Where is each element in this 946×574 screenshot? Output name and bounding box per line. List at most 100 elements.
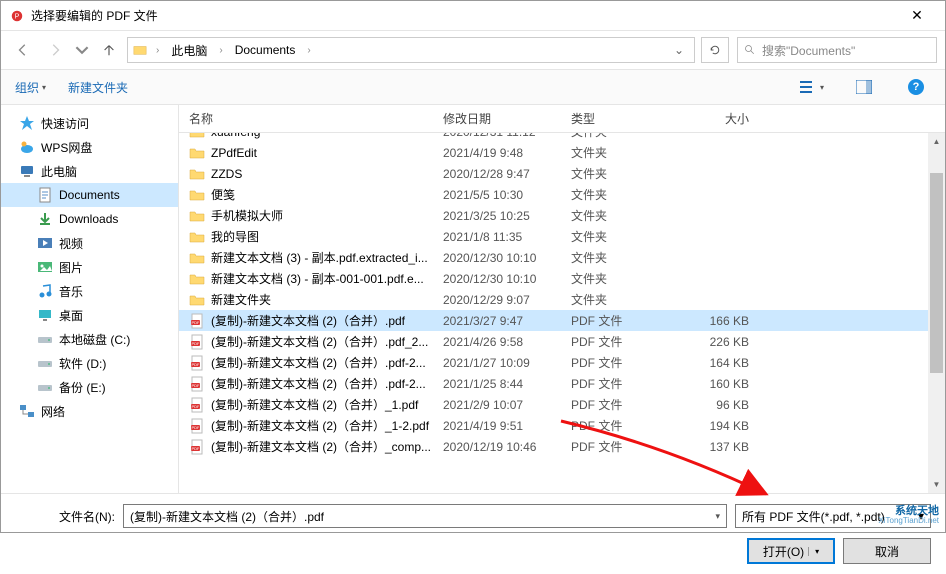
- scrollbar[interactable]: ▲ ▼: [928, 133, 945, 493]
- sidebar: 快速访问 WPS网盘此电脑Documents Downloads 视频图片音乐桌面本地…: [1, 105, 179, 493]
- col-size[interactable]: 大小: [679, 110, 769, 127]
- sidebar-item-label: 音乐: [59, 283, 83, 300]
- body: 快速访问 WPS网盘此电脑Documents Downloads 视频图片音乐桌面本地…: [1, 105, 945, 493]
- col-type[interactable]: 类型: [571, 110, 679, 127]
- col-name[interactable]: 名称: [189, 110, 443, 127]
- search-input[interactable]: 搜索"Documents": [737, 37, 937, 63]
- file-date: 2021/1/27 10:09: [443, 356, 571, 370]
- sidebar-item[interactable]: 网络: [1, 399, 178, 423]
- folder-icon: [189, 145, 205, 161]
- cancel-button[interactable]: 取消: [843, 538, 931, 564]
- scroll-thumb[interactable]: [930, 173, 943, 373]
- file-row[interactable]: ZPdfEdit2021/4/19 9:48文件夹: [179, 142, 945, 163]
- file-type: 文件夹: [571, 291, 679, 308]
- file-name: (复制)-新建文本文档 (2)（合并）.pdf: [211, 312, 443, 329]
- file-row[interactable]: PDF(复制)-新建文本文档 (2)（合并）.pdf-2...2021/1/25…: [179, 373, 945, 394]
- file-date: 2021/1/8 11:35: [443, 230, 571, 244]
- file-row[interactable]: 便笺2021/5/5 10:30文件夹: [179, 184, 945, 205]
- pdf-icon: PDF: [189, 313, 205, 329]
- breadcrumb-pc[interactable]: 此电脑: [167, 40, 211, 61]
- filename-input[interactable]: (复制)-新建文本文档 (2)（合并）.pdf ▾: [123, 504, 727, 528]
- file-type: 文件夹: [571, 186, 679, 203]
- col-date[interactable]: 修改日期: [443, 110, 571, 127]
- app-icon: P: [9, 8, 25, 24]
- drive-icon: [37, 355, 53, 371]
- chevron-down-icon[interactable]: ▾: [715, 511, 720, 522]
- sidebar-item[interactable]: 图片: [1, 255, 178, 279]
- folder-icon: [189, 271, 205, 287]
- svg-text:PDF: PDF: [192, 320, 201, 325]
- chevron-down-icon[interactable]: ▾: [918, 509, 924, 523]
- scroll-down-icon[interactable]: ▼: [928, 476, 945, 493]
- file-type: 文件夹: [571, 165, 679, 182]
- breadcrumb[interactable]: › 此电脑 › Documents › ⌄: [127, 37, 695, 63]
- back-button[interactable]: [9, 36, 37, 64]
- file-date: 2020/12/31 11:12: [443, 133, 571, 139]
- file-type: 文件夹: [571, 144, 679, 161]
- sidebar-item[interactable]: 此电脑: [1, 159, 178, 183]
- chevron-right-icon[interactable]: ›: [152, 45, 163, 56]
- file-row[interactable]: PDF(复制)-新建文本文档 (2)（合并）_comp...2020/12/19…: [179, 436, 945, 457]
- close-button[interactable]: ✕: [897, 1, 937, 31]
- organize-menu[interactable]: 组织▾: [15, 79, 46, 96]
- file-date: 2021/4/19 9:51: [443, 419, 571, 433]
- file-row[interactable]: 新建文本文档 (3) - 副本.pdf.extracted_i...2020/1…: [179, 247, 945, 268]
- pc-icon: [19, 163, 35, 179]
- file-row[interactable]: PDF(复制)-新建文本文档 (2)（合并）.pdf_2...2021/4/26…: [179, 331, 945, 352]
- sidebar-item[interactable]: Downloads: [1, 207, 178, 231]
- file-row[interactable]: PDF(复制)-新建文本文档 (2)（合并）_1.pdf2021/2/9 10:…: [179, 394, 945, 415]
- sidebar-item[interactable]: 快速访问: [1, 111, 178, 135]
- file-size: 164 KB: [679, 356, 769, 370]
- search-placeholder: 搜索"Documents": [762, 42, 855, 59]
- sidebar-item[interactable]: 软件 (D:): [1, 351, 178, 375]
- file-date: 2021/3/25 10:25: [443, 209, 571, 223]
- filetype-filter[interactable]: 所有 PDF 文件(*.pdf, *.pdt) ▾: [735, 504, 931, 528]
- sidebar-item-label: 本地磁盘 (C:): [59, 331, 130, 348]
- address-dropdown[interactable]: ⌄: [668, 43, 690, 57]
- file-row[interactable]: PDF(复制)-新建文本文档 (2)（合并）_1-2.pdf2021/4/19 …: [179, 415, 945, 436]
- sidebar-item[interactable]: WPS网盘: [1, 135, 178, 159]
- open-button[interactable]: 打开(O)▾: [747, 538, 835, 564]
- star-icon: [19, 115, 35, 131]
- file-name: (复制)-新建文本文档 (2)（合并）.pdf_2...: [211, 333, 443, 350]
- sidebar-item-label: 视频: [59, 235, 83, 252]
- pdf-icon: PDF: [189, 355, 205, 371]
- sidebar-item[interactable]: 桌面: [1, 303, 178, 327]
- breadcrumb-documents[interactable]: Documents: [231, 41, 300, 59]
- file-row[interactable]: 手机模拟大师2021/3/25 10:25文件夹: [179, 205, 945, 226]
- file-row[interactable]: ZZDS2020/12/28 9:47文件夹: [179, 163, 945, 184]
- view-menu[interactable]: ▾: [797, 75, 827, 99]
- recent-dropdown[interactable]: [73, 36, 91, 64]
- file-row[interactable]: xuanfeng2020/12/31 11:12文件夹: [179, 133, 945, 142]
- file-row[interactable]: PDF(复制)-新建文本文档 (2)（合并）.pdf-2...2021/1/27…: [179, 352, 945, 373]
- help-button[interactable]: ?: [901, 75, 931, 99]
- drive-icon: [37, 331, 53, 347]
- new-folder-button[interactable]: 新建文件夹: [68, 79, 128, 96]
- sidebar-item[interactable]: 视频: [1, 231, 178, 255]
- sidebar-item[interactable]: 本地磁盘 (C:): [1, 327, 178, 351]
- forward-button[interactable]: [41, 36, 69, 64]
- sidebar-item-label: Downloads: [59, 212, 118, 226]
- file-row[interactable]: 新建文本文档 (3) - 副本-001-001.pdf.e...2020/12/…: [179, 268, 945, 289]
- pdf-icon: PDF: [189, 418, 205, 434]
- sidebar-item[interactable]: 音乐: [1, 279, 178, 303]
- file-row[interactable]: 新建文件夹2020/12/29 9:07文件夹: [179, 289, 945, 310]
- file-name: ZZDS: [211, 167, 443, 181]
- file-row[interactable]: 我的导图2021/1/8 11:35文件夹: [179, 226, 945, 247]
- scroll-up-icon[interactable]: ▲: [928, 133, 945, 150]
- file-name: ZPdfEdit: [211, 146, 443, 160]
- sidebar-item[interactable]: 备份 (E:): [1, 375, 178, 399]
- file-size: 137 KB: [679, 440, 769, 454]
- sidebar-item[interactable]: Documents: [1, 183, 178, 207]
- file-row[interactable]: PDF(复制)-新建文本文档 (2)（合并）.pdf2021/3/27 9:47…: [179, 310, 945, 331]
- sidebar-item-label: 快速访问: [41, 115, 89, 132]
- chevron-right-icon[interactable]: ›: [303, 45, 314, 56]
- folder-icon: [189, 250, 205, 266]
- preview-pane-button[interactable]: [849, 75, 879, 99]
- desktop-icon: [37, 307, 53, 323]
- refresh-button[interactable]: [701, 37, 729, 63]
- chevron-right-icon[interactable]: ›: [215, 45, 226, 56]
- file-name: 我的导图: [211, 228, 443, 245]
- up-button[interactable]: [95, 36, 123, 64]
- file-name: (复制)-新建文本文档 (2)（合并）.pdf-2...: [211, 375, 443, 392]
